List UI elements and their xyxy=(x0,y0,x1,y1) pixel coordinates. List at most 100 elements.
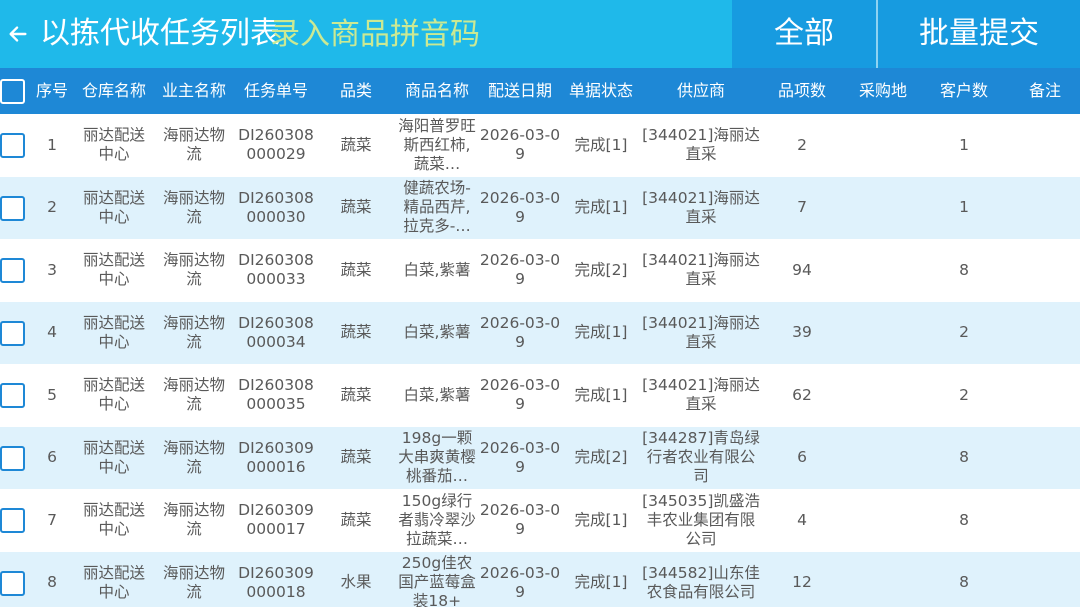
table-row[interactable]: 3 丽达配送中心 海丽达物流 DI260308000033 蔬菜 白菜,紫薯 2… xyxy=(0,239,1080,302)
column-header-status: 单据状态 xyxy=(568,81,633,100)
document-status: 完成[1] xyxy=(574,198,628,217)
delivery-date: 2026-03-09 xyxy=(479,563,561,601)
task-number: DI260309000017 xyxy=(238,501,314,539)
customer-count: 8 xyxy=(959,573,969,592)
row-number: 8 xyxy=(47,573,57,592)
customer-count: 8 xyxy=(959,260,969,279)
goods-name: 白菜,紫薯 xyxy=(403,385,471,404)
supplier-name: [344021]海丽达直采 xyxy=(642,376,760,414)
table-row[interactable]: 8 丽达配送中心 海丽达物流 DI260309000018 水果 250g佳农国… xyxy=(0,551,1080,607)
warehouse-name: 丽达配送中心 xyxy=(82,438,145,476)
item-count: 39 xyxy=(792,323,812,342)
goods-name: 150g绿行者翡冷翠沙拉蔬菜… xyxy=(398,491,476,548)
row-checkbox[interactable] xyxy=(0,258,25,283)
document-status: 完成[1] xyxy=(574,323,628,342)
delivery-date: 2026-03-09 xyxy=(479,251,561,289)
task-table-body: 1 丽达配送中心 海丽达物流 DI260308000029 蔬菜 海阳普罗旺斯西… xyxy=(0,114,1080,607)
batch-submit-button[interactable]: 批量提交 xyxy=(878,0,1080,68)
supplier-name: [345035]凯盛浩丰农业集团有限公司 xyxy=(642,491,760,548)
item-count: 6 xyxy=(797,448,807,467)
document-status: 完成[2] xyxy=(574,448,628,467)
supplier-name: [344582]山东佳农食品有限公司 xyxy=(642,563,760,601)
owner-name: 海丽达物流 xyxy=(162,376,225,414)
delivery-date: 2026-03-09 xyxy=(479,126,561,164)
goods-name: 白菜,紫薯 xyxy=(403,260,471,279)
warehouse-name: 丽达配送中心 xyxy=(82,251,145,289)
column-header-category: 品类 xyxy=(339,81,372,100)
document-status: 完成[2] xyxy=(574,260,628,279)
goods-name: 198g一颗大串爽黄樱桃番茄… xyxy=(398,429,476,486)
customer-count: 1 xyxy=(959,198,969,217)
warehouse-name: 丽达配送中心 xyxy=(82,563,145,601)
column-header-goods: 商品名称 xyxy=(404,81,469,100)
back-button[interactable] xyxy=(0,0,36,68)
task-number: DI260308000030 xyxy=(238,188,314,226)
delivery-date: 2026-03-09 xyxy=(479,501,561,539)
row-number: 1 xyxy=(47,135,57,154)
document-status: 完成[1] xyxy=(574,573,628,592)
owner-name: 海丽达物流 xyxy=(162,313,225,351)
table-row[interactable]: 1 丽达配送中心 海丽达物流 DI260308000029 蔬菜 海阳普罗旺斯西… xyxy=(0,114,1080,177)
category: 蔬菜 xyxy=(340,510,372,529)
supplier-name: [344021]海丽达直采 xyxy=(642,126,760,164)
task-number: DI260308000033 xyxy=(238,251,314,289)
delivery-date: 2026-03-09 xyxy=(479,188,561,226)
item-count: 62 xyxy=(792,385,812,404)
warehouse-name: 丽达配送中心 xyxy=(82,376,145,414)
delivery-date: 2026-03-09 xyxy=(479,313,561,351)
column-header-purchase-place: 采购地 xyxy=(858,81,907,100)
delivery-date: 2026-03-09 xyxy=(479,438,561,476)
row-number: 2 xyxy=(47,198,57,217)
owner-name: 海丽达物流 xyxy=(162,501,225,539)
supplier-name: [344021]海丽达直采 xyxy=(642,313,760,351)
column-header-task-no: 任务单号 xyxy=(243,81,308,100)
item-count: 4 xyxy=(797,510,807,529)
top-app-bar: 以拣代收任务列表 全部 批量提交 xyxy=(0,0,1080,68)
table-row[interactable]: 6 丽达配送中心 海丽达物流 DI260309000016 蔬菜 198g一颗大… xyxy=(0,426,1080,489)
customer-count: 8 xyxy=(959,448,969,467)
owner-name: 海丽达物流 xyxy=(162,251,225,289)
table-header: 序号 仓库名称 业主名称 任务单号 品类 商品名称 配送日期 单据状态 供应商 … xyxy=(0,68,1080,114)
category: 蔬菜 xyxy=(340,135,372,154)
customer-count: 2 xyxy=(959,385,969,404)
customer-count: 1 xyxy=(959,135,969,154)
row-checkbox[interactable] xyxy=(0,570,25,596)
row-checkbox[interactable] xyxy=(0,195,25,221)
category: 蔬菜 xyxy=(340,448,372,467)
row-checkbox[interactable] xyxy=(0,383,25,408)
row-checkbox[interactable] xyxy=(0,508,25,533)
owner-name: 海丽达物流 xyxy=(162,563,225,601)
table-row[interactable]: 5 丽达配送中心 海丽达物流 DI260308000035 蔬菜 白菜,紫薯 2… xyxy=(0,364,1080,427)
select-all-checkbox[interactable] xyxy=(0,79,25,104)
category: 水果 xyxy=(340,573,372,592)
row-checkbox[interactable] xyxy=(0,133,25,158)
column-header-item-count: 品项数 xyxy=(777,81,826,100)
goods-name: 健蔬农场-精品西芹,拉克多-… xyxy=(403,179,471,236)
customer-count: 8 xyxy=(959,510,969,529)
column-header-warehouse: 仓库名称 xyxy=(81,81,146,100)
page-title: 以拣代收任务列表 xyxy=(40,16,280,51)
column-header-owner: 业主名称 xyxy=(161,81,226,100)
table-row[interactable]: 4 丽达配送中心 海丽达物流 DI260308000034 蔬菜 白菜,紫薯 2… xyxy=(0,301,1080,364)
column-header-supplier: 供应商 xyxy=(676,81,725,100)
task-number: DI260309000016 xyxy=(238,438,314,476)
column-header-customer-count: 客户数 xyxy=(939,81,988,100)
filter-all-button[interactable]: 全部 xyxy=(732,0,876,68)
row-checkbox[interactable] xyxy=(0,320,25,346)
owner-name: 海丽达物流 xyxy=(162,188,225,226)
warehouse-name: 丽达配送中心 xyxy=(82,313,145,351)
table-row[interactable]: 2 丽达配送中心 海丽达物流 DI260308000030 蔬菜 健蔬农场-精品… xyxy=(0,176,1080,239)
supplier-name: [344021]海丽达直采 xyxy=(642,188,760,226)
owner-name: 海丽达物流 xyxy=(162,438,225,476)
category: 蔬菜 xyxy=(340,323,372,342)
row-checkbox[interactable] xyxy=(0,445,25,471)
item-count: 2 xyxy=(797,135,807,154)
supplier-name: [344021]海丽达直采 xyxy=(642,251,760,289)
pinyin-search-input[interactable] xyxy=(270,14,710,54)
supplier-name: [344287]青岛绿行者农业有限公司 xyxy=(642,429,760,486)
table-row[interactable]: 7 丽达配送中心 海丽达物流 DI260309000017 蔬菜 150g绿行者… xyxy=(0,489,1080,552)
row-number: 3 xyxy=(47,260,57,279)
column-header-date: 配送日期 xyxy=(487,81,552,100)
customer-count: 2 xyxy=(959,323,969,342)
arrow-left-icon xyxy=(9,26,27,42)
